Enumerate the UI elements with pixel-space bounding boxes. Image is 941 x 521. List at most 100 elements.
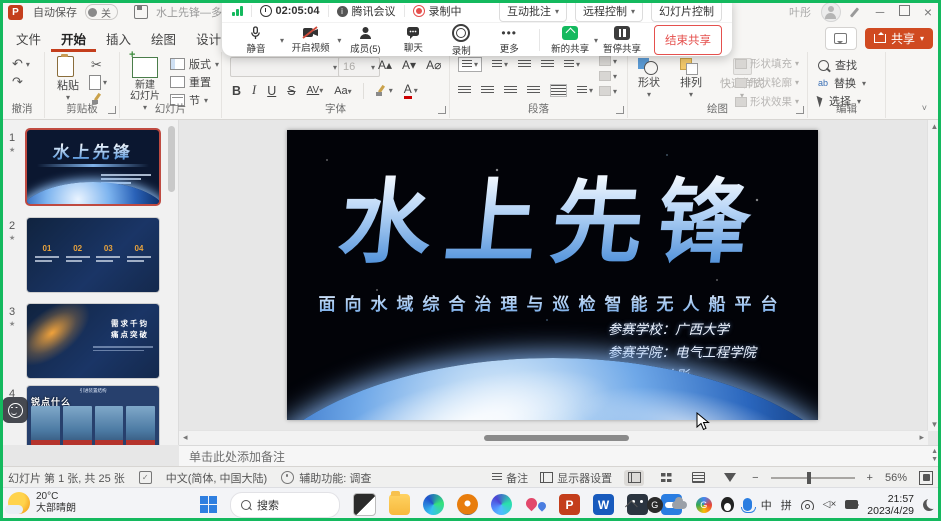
annotate-button[interactable]: 互动批注▾ <box>499 0 567 22</box>
remote-control-button[interactable]: 远程控制▾ <box>575 0 643 22</box>
italic-button[interactable]: I <box>252 83 256 98</box>
edit-pencil-icon[interactable] <box>851 6 863 18</box>
horizontal-scrollbar[interactable]: ◂ ▸ <box>179 430 928 445</box>
scroll-right-icon[interactable]: ▸ <box>919 432 924 443</box>
tray-g-color-icon[interactable]: G <box>696 497 712 513</box>
members-button[interactable]: 成员(5) <box>341 26 389 55</box>
increase-indent-button[interactable] <box>541 60 554 69</box>
save-icon[interactable] <box>134 5 148 19</box>
justify-button[interactable] <box>527 86 540 95</box>
spellcheck-icon[interactable]: ✓ <box>139 471 152 484</box>
highlight-button[interactable]: ▾ <box>375 85 393 97</box>
shape-fill-button[interactable]: 形状填充▾ <box>735 56 799 71</box>
slide-1-thumbnail[interactable]: 水上先锋 <box>27 130 159 204</box>
task-view-button[interactable] <box>353 493 376 516</box>
line-spacing-button[interactable]: ▾ <box>564 60 580 69</box>
horizontal-scroll-thumb[interactable] <box>484 435 629 441</box>
redo-button[interactable]: ↷ <box>12 74 23 90</box>
columns-button[interactable]: ▾ <box>577 86 593 95</box>
accessibility-status[interactable]: 辅助功能: 调查 <box>281 470 371 486</box>
text-direction-button[interactable]: ▾ <box>599 56 617 66</box>
camera-button[interactable]: 开启视频 <box>284 26 337 54</box>
tab-insert[interactable]: 插入 <box>96 24 141 52</box>
reset-button[interactable]: 重置 <box>170 74 211 90</box>
align-right-button[interactable] <box>504 86 517 95</box>
user-avatar[interactable] <box>821 2 841 22</box>
slide-3-thumbnail[interactable]: 需求千钧痛点突破 <box>27 304 159 378</box>
tray-cloud-icon[interactable] <box>672 501 687 509</box>
bullets-button[interactable]: ▾ <box>458 57 482 72</box>
zoom-slider[interactable] <box>771 477 855 479</box>
font-name-combo[interactable]: ▾ <box>230 57 342 77</box>
new-share-button[interactable]: 新的共享 <box>546 26 594 55</box>
tab-home[interactable]: 开始 <box>51 24 96 52</box>
shape-outline-button[interactable]: 形状轮廓▾ <box>735 75 799 90</box>
qq-penguin-icon[interactable] <box>721 497 734 512</box>
ime-language-button[interactable]: 中 <box>761 497 772 513</box>
arrange-button[interactable]: 排列 ▾ <box>680 58 702 99</box>
hearts-app-icon[interactable] <box>525 494 546 515</box>
focus-assist-moon-icon[interactable] <box>923 499 935 511</box>
align-left-button[interactable] <box>458 86 471 95</box>
distribute-button[interactable] <box>550 84 567 97</box>
view-reading-button[interactable] <box>688 470 708 486</box>
comments-button[interactable] <box>825 27 857 50</box>
meeting-emoji-button[interactable] <box>2 397 28 423</box>
maximize-button[interactable] <box>897 5 911 19</box>
copy-button[interactable]: ▾ <box>89 75 107 90</box>
replace-button[interactable]: ab替换▾ <box>818 75 866 91</box>
view-slide-sorter-button[interactable] <box>656 470 676 486</box>
pause-share-button[interactable]: 暂停共享 <box>598 26 646 55</box>
undo-button[interactable]: ↶▾ <box>12 56 30 72</box>
scroll-down-icon[interactable]: ▼ <box>928 420 941 429</box>
voice-input-icon[interactable] <box>743 498 752 511</box>
clipboard-dialog-launcher[interactable] <box>108 106 116 114</box>
drawing-dialog-launcher[interactable] <box>796 106 804 114</box>
powerpoint-taskbar-icon[interactable]: P <box>559 494 580 515</box>
close-button[interactable]: × <box>921 4 935 20</box>
chat-button[interactable]: 聊天 <box>389 26 437 54</box>
tray-camera-icon[interactable] <box>845 500 858 509</box>
edge-browser-icon[interactable] <box>423 494 444 515</box>
clear-formatting-button[interactable]: A⌀ <box>426 58 441 72</box>
find-button[interactable]: 查找 <box>818 57 857 73</box>
weather-widget[interactable]: 20°C大部晴朗 <box>8 491 76 515</box>
autosave-toggle[interactable]: 关 <box>85 4 118 20</box>
strikethrough-button[interactable]: S <box>287 84 295 98</box>
view-slideshow-button[interactable] <box>720 470 740 486</box>
minimize-button[interactable]: ─ <box>873 5 887 19</box>
slide-canvas[interactable]: 水上先锋 面向水域综合治理与巡检智能无人船平台 参赛学校：广西大学 参赛学院：电… <box>287 130 818 420</box>
blender-app-icon[interactable] <box>457 494 478 515</box>
vertical-scrollbar[interactable]: ▲ ▼ <box>927 120 941 431</box>
language-status[interactable]: 中文(简体, 中国大陆) <box>166 470 267 486</box>
font-color-button[interactable]: A▾ <box>404 82 418 99</box>
display-settings-button[interactable]: 显示器设置 <box>540 470 612 486</box>
zoom-out-button[interactable]: − <box>752 472 758 484</box>
bold-button[interactable]: B <box>232 84 241 98</box>
zoom-slider-thumb[interactable] <box>807 472 811 484</box>
notes-toggle-button[interactable]: 备注 <box>492 470 528 486</box>
paragraph-dialog-launcher[interactable] <box>616 106 624 114</box>
cut-button[interactable]: ✂ <box>91 57 102 73</box>
wifi-icon[interactable] <box>801 500 814 510</box>
taskbar-search[interactable]: 搜索 <box>230 492 340 518</box>
start-button[interactable] <box>200 496 217 513</box>
change-case-button[interactable]: Aa▾ <box>334 85 351 97</box>
view-normal-button[interactable] <box>624 470 644 486</box>
zoom-in-button[interactable]: + <box>867 472 873 484</box>
notes-resize-arrows[interactable]: ▲▼ <box>931 448 938 464</box>
tray-g-dark-icon[interactable]: G <box>647 497 663 513</box>
decrease-indent-button[interactable] <box>518 60 531 69</box>
shrink-font-button[interactable]: A▾ <box>402 58 416 72</box>
scroll-left-icon[interactable]: ◂ <box>183 432 188 443</box>
smartart-button[interactable]: ▾ <box>599 86 617 96</box>
underline-button[interactable]: U <box>267 84 276 98</box>
font-dialog-launcher[interactable] <box>438 106 446 114</box>
zoom-level[interactable]: 56% <box>885 472 907 484</box>
share-button[interactable]: 共享▾ <box>865 28 933 49</box>
fit-to-window-button[interactable] <box>919 471 933 485</box>
align-text-button[interactable]: ▾ <box>599 71 617 81</box>
font-size-combo[interactable]: 16▾ <box>338 57 380 77</box>
more-button[interactable]: ••• 更多 <box>485 26 533 55</box>
align-center-button[interactable] <box>481 86 494 95</box>
